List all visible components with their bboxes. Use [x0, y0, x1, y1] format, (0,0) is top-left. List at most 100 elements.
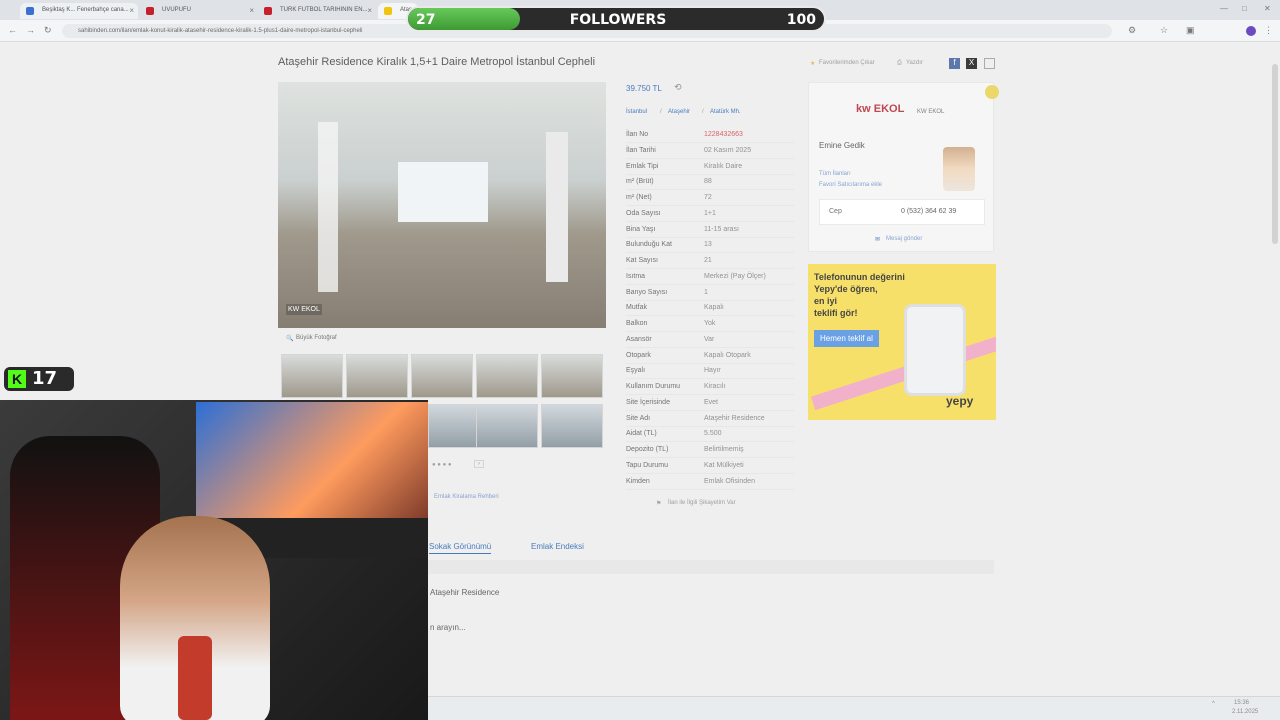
detail-key: Isıtma — [626, 272, 646, 280]
os-taskbar: ^ 15:36 2.11.2025 — [428, 696, 1280, 720]
print-link[interactable]: Yazdır — [906, 60, 923, 66]
zoom-icon[interactable]: 🔍 — [286, 335, 293, 342]
detail-value: Kapalı — [704, 304, 724, 312]
detail-key: İlan No — [626, 131, 649, 138]
browser-tab[interactable]: UVUPUFU × — [140, 3, 258, 19]
tray-chevron-icon[interactable]: ^ — [1212, 701, 1215, 707]
detail-row: Banyo Sayısı 1 — [626, 286, 794, 301]
detail-row: Isıtma Merkezi (Pay Ölçer) — [626, 270, 794, 285]
detail-value: 88 — [704, 178, 712, 186]
detail-value: 02 Kasım 2025 — [704, 146, 752, 154]
yepy-advertisement[interactable]: Telefonunun değerini Yepy'de öğren, en i… — [808, 264, 996, 420]
price-history-icon[interactable]: ⟲ — [674, 82, 682, 93]
next-page-icon[interactable]: › — [474, 460, 484, 468]
breadcrumb-district[interactable]: Ataşehir — [668, 109, 690, 115]
detail-row: Kullanım Durumu Kiracılı — [626, 380, 794, 395]
agent-office-name[interactable]: KW EKOL — [917, 109, 944, 115]
detail-key: Kat Sayısı — [626, 257, 658, 264]
message-icon[interactable]: ✉ — [875, 236, 880, 243]
detail-value: 5.500 — [704, 430, 722, 438]
detail-row: Kat Sayısı 21 — [626, 254, 794, 269]
door-frame — [546, 132, 568, 282]
detail-row: Oda Sayısı 1+1 — [626, 207, 794, 222]
tab-label: TURK FUTBOL TARIHININ EN... — [280, 7, 368, 13]
reload-icon[interactable]: ↻ — [44, 25, 52, 36]
search-hint-text: n arayın... — [430, 623, 466, 632]
close-icon[interactable]: × — [367, 6, 372, 15]
photo-thumbnail[interactable] — [281, 354, 343, 398]
tab-real-estate-index[interactable]: Emlak Endeksi — [531, 542, 584, 551]
listing-main-photo[interactable]: KW EKOL — [278, 82, 606, 328]
detail-key: Bina Yaşı — [626, 225, 656, 233]
send-message-link[interactable]: Mesaj gönder — [886, 236, 922, 242]
minimize-icon[interactable]: — — [1220, 4, 1228, 13]
breadcrumb-city[interactable]: İstanbul — [626, 109, 647, 115]
x-share-icon[interactable]: X — [966, 58, 977, 69]
photo-thumbnail[interactable] — [541, 404, 603, 448]
photo-thumbnail[interactable] — [411, 354, 473, 398]
browser-tab[interactable]: TURK FUTBOL TARIHININ EN... × — [258, 3, 376, 19]
page-scrollbar[interactable] — [1272, 64, 1278, 244]
complaint-icon[interactable]: ⚑ — [656, 500, 661, 507]
rental-guide-link[interactable]: Emlak Kiralama Rehberi — [434, 494, 499, 500]
detail-value: Yok — [704, 320, 716, 327]
bookmark-star-icon[interactable]: ☆ — [1160, 25, 1168, 36]
detail-key: İlan Tarihi — [626, 146, 656, 154]
big-photo-link[interactable]: Büyük Fotoğraf — [296, 335, 337, 341]
detail-key: Kullanım Durumu — [626, 383, 681, 390]
detail-value: Kapalı Otopark — [704, 351, 751, 359]
phone-number[interactable]: 0 (532) 364 62 39 — [901, 208, 956, 215]
agent-name: Emine Gedik — [819, 141, 865, 150]
extension-icon[interactable]: ⚙ — [1128, 25, 1136, 36]
maximize-icon[interactable]: □ — [1242, 4, 1247, 13]
taskbar-time: 15:36 — [1234, 700, 1250, 706]
email-share-icon[interactable] — [984, 58, 995, 69]
ad-headline: en iyi — [814, 296, 838, 306]
agent-logo[interactable]: kw EKOL — [856, 103, 904, 115]
detail-value: Kiralık Daire — [704, 162, 743, 170]
detail-key: Depozito (TL) — [626, 446, 669, 453]
forward-icon[interactable]: → — [26, 25, 35, 35]
complaint-link[interactable]: İlan ile İlgili Şikayetim Var — [668, 500, 736, 506]
menu-icon[interactable]: ⋮ — [1264, 25, 1273, 36]
breadcrumb-separator: / — [660, 109, 662, 115]
all-listings-link[interactable]: Tüm İlanları — [819, 171, 851, 177]
agent-card: kw EKOL KW EKOL Emine Gedik Tüm İlanları… — [808, 82, 999, 252]
detail-value: Evet — [704, 398, 719, 406]
ad-headline: Telefonunun değerini — [814, 272, 905, 282]
detail-value: Belirtilmemiş — [704, 446, 744, 453]
photo-thumbnail[interactable] — [476, 354, 538, 398]
streamer-webcam — [0, 400, 428, 720]
close-icon[interactable]: × — [249, 6, 254, 15]
detail-row: Mutfak Kapalı — [626, 301, 794, 317]
photo-thumbnail[interactable] — [541, 354, 603, 398]
facebook-share-icon[interactable]: f — [949, 58, 960, 69]
detail-key: Balkon — [626, 320, 648, 327]
breadcrumb-neighborhood[interactable]: Atatürk Mh. — [710, 109, 741, 115]
close-window-icon[interactable]: ✕ — [1264, 4, 1271, 13]
listing-title: Ataşehir Residence Kiralık 1,5+1 Daire M… — [278, 56, 596, 68]
followers-goal: 100 — [786, 12, 816, 28]
detail-key: Oda Sayısı — [626, 209, 661, 217]
add-favorite-seller-link[interactable]: Favori Satıcılarıma ekle — [819, 182, 882, 188]
detail-row: Emlak Tipi Kiralık Daire — [626, 160, 794, 175]
ad-brand: yepy — [946, 394, 974, 408]
detail-key: Kimden — [626, 477, 650, 485]
detail-key: Emlak Tipi — [626, 162, 659, 170]
detail-value: 72 — [704, 194, 712, 201]
background-monitor-city — [196, 402, 428, 520]
profile-avatar[interactable] — [1246, 26, 1256, 36]
tab-street-view[interactable]: Sokak Görünümü — [429, 542, 492, 554]
remove-favorite-link[interactable]: Favorilerimden Çıkar — [819, 60, 875, 66]
close-icon[interactable]: × — [129, 6, 134, 15]
favorite-star-icon[interactable]: ★ — [810, 60, 815, 67]
photo-thumbnail[interactable] — [476, 404, 538, 448]
extensions-puzzle-icon[interactable]: ▣ — [1186, 25, 1195, 36]
detail-key: Eşyalı — [626, 367, 646, 375]
back-icon[interactable]: ← — [8, 25, 17, 35]
browser-tab[interactable]: Beşiktaş K... Fenerbahçe cana... × — [20, 3, 138, 19]
ad-cta-button[interactable]: Hemen teklif al — [814, 330, 879, 347]
pagination-dots[interactable]: ● ● ● ● — [432, 462, 452, 468]
photo-thumbnail[interactable] — [346, 354, 408, 398]
print-icon[interactable]: ⎙ — [897, 60, 902, 67]
